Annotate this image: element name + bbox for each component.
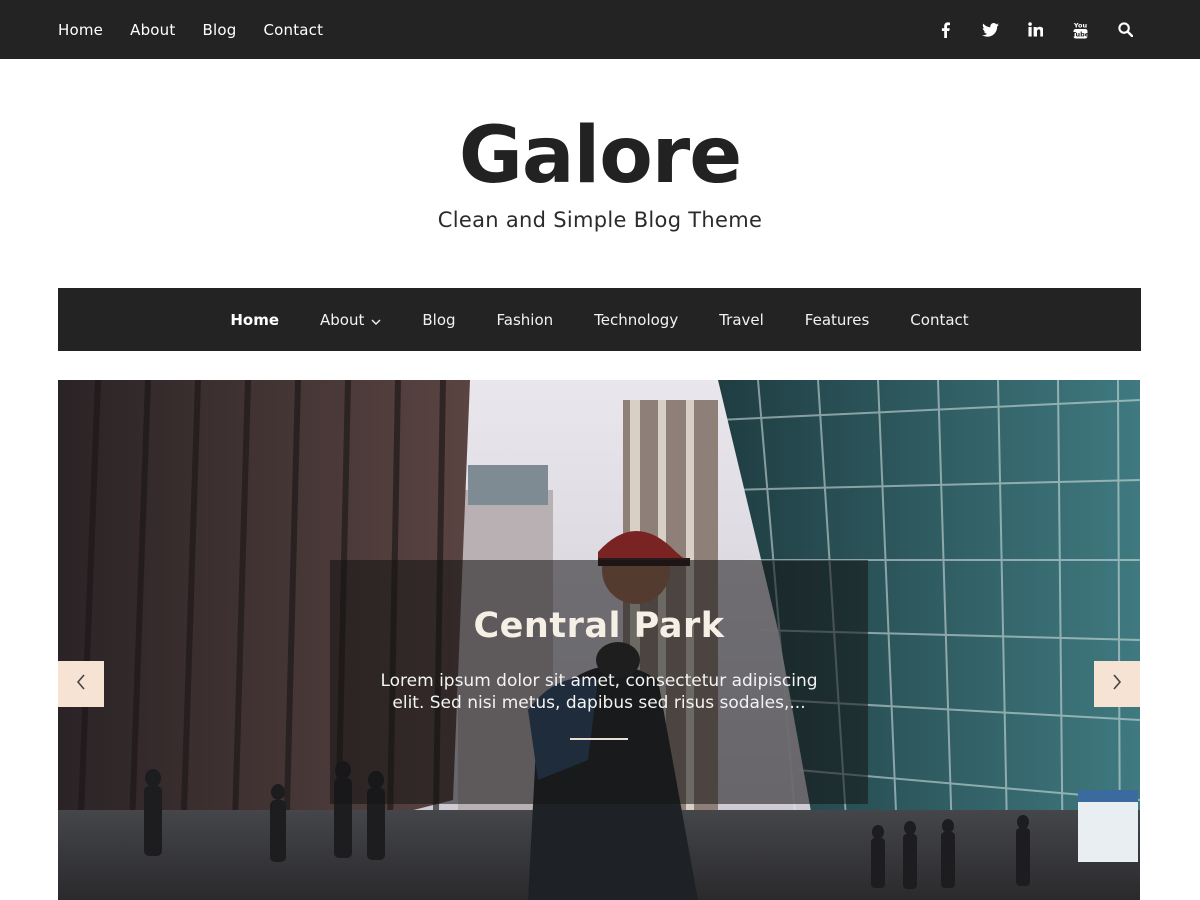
featured-slider: Central Park Lorem ipsum dolor sit amet,… — [58, 380, 1140, 900]
slide-caption: Central Park Lorem ipsum dolor sit amet,… — [330, 560, 868, 804]
chevron-right-icon — [1112, 674, 1122, 694]
top-bar: Home About Blog Contact You Tube — [0, 0, 1200, 59]
top-navigation: Home About Blog Contact — [58, 0, 350, 59]
nav-item-contact[interactable]: Contact — [910, 311, 968, 329]
top-nav-home[interactable]: Home — [58, 21, 103, 39]
linkedin-icon[interactable] — [1013, 0, 1058, 59]
slider-prev-button[interactable] — [58, 661, 104, 707]
nav-item-features[interactable]: Features — [805, 311, 870, 329]
slide-excerpt: Lorem ipsum dolor sit amet, consectetur … — [380, 671, 818, 713]
nav-item-label: Blog — [422, 310, 456, 329]
chevron-down-icon — [371, 311, 381, 329]
nav-item-label: Home — [230, 310, 280, 329]
top-nav-about[interactable]: About — [130, 21, 175, 39]
nav-item-label: Features — [804, 310, 870, 329]
nav-item-label: Contact — [910, 310, 969, 329]
site-description: Clean and Simple Blog Theme — [437, 208, 763, 232]
social-links: You Tube — [923, 0, 1148, 59]
nav-item-label: Fashion — [496, 310, 554, 329]
nav-item-home[interactable]: Home — [230, 311, 279, 329]
nav-item-label: Technology — [594, 310, 679, 329]
twitter-icon[interactable] — [968, 0, 1013, 59]
site-branding: Galore Clean and Simple Blog Theme — [0, 110, 1200, 232]
facebook-icon[interactable] — [923, 0, 968, 59]
nav-item-label: Travel — [719, 310, 764, 329]
youtube-icon[interactable]: You Tube — [1058, 0, 1103, 59]
chevron-left-icon — [76, 674, 86, 694]
slide-title[interactable]: Central Park — [330, 606, 868, 646]
top-nav-contact[interactable]: Contact — [263, 21, 323, 39]
slider-next-button[interactable] — [1094, 661, 1140, 707]
nav-item-about[interactable]: About — [320, 311, 381, 329]
nav-item-blog[interactable]: Blog — [422, 311, 455, 329]
nav-item-fashion[interactable]: Fashion — [497, 311, 554, 329]
main-navigation: Home About Blog Fashion Technology Trave… — [58, 288, 1141, 351]
svg-text:You: You — [1073, 21, 1087, 29]
caption-divider — [570, 738, 628, 740]
nav-item-travel[interactable]: Travel — [719, 311, 764, 329]
site-title[interactable]: Galore — [0, 110, 1200, 202]
top-nav-blog[interactable]: Blog — [202, 21, 236, 39]
search-icon[interactable] — [1103, 0, 1148, 59]
nav-item-technology[interactable]: Technology — [594, 311, 678, 329]
svg-text:Tube: Tube — [1073, 30, 1088, 38]
nav-item-label: About — [320, 310, 365, 329]
